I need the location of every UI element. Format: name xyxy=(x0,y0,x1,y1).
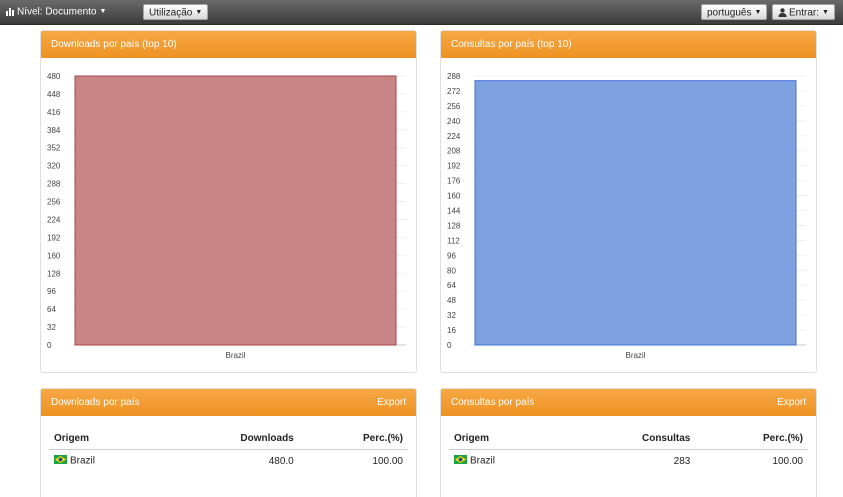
usage-dropdown[interactable]: Utilização ▼ xyxy=(143,4,209,20)
y-tick-label: 320 xyxy=(47,162,61,171)
level-dropdown[interactable]: Nível: Documento ▼ xyxy=(2,4,111,20)
downloads-cell: 480.0 xyxy=(268,455,294,467)
queries-bar-chart: 0 16 32 48 64 80 96 112 128 144 160 176 192 208 224 240… xyxy=(447,72,806,360)
y-tick-label: 96 xyxy=(47,287,56,296)
export-link[interactable]: Export xyxy=(777,389,806,416)
y-tick-label: 0 xyxy=(447,341,452,350)
x-tick-label: Brazil xyxy=(225,351,245,360)
y-tick-label: 240 xyxy=(447,117,461,126)
table-header-row: Origem Downloads Perc.(%) xyxy=(49,427,408,450)
column-header-percent[interactable]: Perc.(%) xyxy=(695,427,808,450)
y-tick-label: 32 xyxy=(447,311,456,320)
y-tick-label: 32 xyxy=(47,323,56,332)
y-tick-label: 288 xyxy=(47,180,61,189)
y-tick-label: 480 xyxy=(47,72,61,81)
column-header-origin[interactable]: Origem xyxy=(449,427,564,450)
y-tick-label: 64 xyxy=(47,305,56,314)
brazil-flag-icon xyxy=(454,455,467,467)
chevron-down-icon: ▼ xyxy=(99,8,107,15)
export-link[interactable]: Export xyxy=(377,389,406,416)
column-header-queries[interactable]: Consultas xyxy=(563,427,696,450)
y-tick-label: 208 xyxy=(447,147,461,156)
usage-label: Utilização xyxy=(149,7,193,19)
y-tick-label: 16 xyxy=(447,326,456,335)
queries-table: Origem Consultas Perc.(%) Brazil 283 100… xyxy=(449,427,808,472)
y-tick-label: 128 xyxy=(47,269,61,278)
downloads-chart-panel: Downloads por país (top 10) 0 32 64 96 128 16… xyxy=(40,30,417,373)
y-tick-label: 256 xyxy=(47,198,61,207)
y-tick-label: 144 xyxy=(447,207,461,216)
percent-cell: 100.00 xyxy=(372,455,403,467)
panel-title: Downloads por país (top 10) xyxy=(51,39,177,50)
y-tick-label: 112 xyxy=(447,236,460,245)
downloads-table-panel: Downloads por país Export Origem Downloa… xyxy=(40,388,417,497)
panel-header: Consultas por país (top 10) xyxy=(441,31,816,58)
panel-header: Downloads por país (top 10) xyxy=(41,31,416,58)
y-tick-label: 256 xyxy=(447,102,461,111)
language-label: português xyxy=(707,7,752,19)
chevron-down-icon: ▼ xyxy=(195,9,203,16)
x-tick-label: Brazil xyxy=(625,351,645,360)
y-tick-label: 224 xyxy=(447,132,461,141)
y-tick-label: 224 xyxy=(47,215,61,224)
bar-chart-icon xyxy=(6,6,15,22)
login-dropdown[interactable]: Entrar: ▼ xyxy=(772,4,835,20)
bar xyxy=(74,75,397,346)
panel-title: Downloads por país xyxy=(51,397,140,408)
y-tick-label: 128 xyxy=(447,221,461,230)
y-tick-label: 160 xyxy=(47,251,61,260)
chevron-down-icon: ▼ xyxy=(822,9,829,16)
queries-table-panel: Consultas por país Export Origem Consult… xyxy=(440,388,817,497)
downloads-bar-chart: 0 32 64 96 128 160 192 224 256 288 320 352 384 416 448… xyxy=(47,72,406,360)
percent-cell: 100.00 xyxy=(772,455,803,467)
user-icon xyxy=(778,7,787,23)
y-tick-label: 384 xyxy=(47,126,61,135)
panel-title: Consultas por país (top 10) xyxy=(451,39,572,50)
queries-chart-panel: Consultas por país (top 10) 0 16 32 48 64 80 9… xyxy=(440,30,817,373)
column-header-percent[interactable]: Perc.(%) xyxy=(298,427,408,450)
y-tick-label: 80 xyxy=(447,266,456,275)
login-label: Entrar: xyxy=(789,7,820,19)
level-label: Nível: Documento xyxy=(17,6,97,18)
table-row: Brazil 283 100.00 xyxy=(449,450,808,473)
y-tick-label: 160 xyxy=(447,192,461,201)
y-tick-label: 176 xyxy=(447,177,461,186)
language-dropdown[interactable]: português ▼ xyxy=(701,4,768,20)
origin-cell: Brazil xyxy=(49,450,160,473)
chevron-down-icon: ▼ xyxy=(754,9,762,16)
y-tick-label: 416 xyxy=(47,108,61,117)
y-tick-label: 352 xyxy=(47,144,61,153)
column-header-origin[interactable]: Origem xyxy=(49,427,161,450)
bar xyxy=(474,80,797,346)
panel-title: Consultas por país xyxy=(451,397,535,408)
origin-cell: Brazil xyxy=(449,450,564,473)
panel-header: Consultas por país Export xyxy=(441,389,816,416)
downloads-table: Origem Downloads Perc.(%) Brazil 480.0 1… xyxy=(49,427,408,472)
y-tick-label: 64 xyxy=(447,281,456,290)
y-tick-label: 0 xyxy=(47,341,52,350)
panel-header: Downloads por país Export xyxy=(41,389,416,416)
y-tick-label: 192 xyxy=(447,162,461,171)
y-tick-label: 192 xyxy=(47,233,61,242)
country-name: Brazil xyxy=(470,455,496,467)
country-name: Brazil xyxy=(70,455,96,467)
y-tick-label: 288 xyxy=(447,72,461,81)
queries-cell: 283 xyxy=(673,455,691,467)
top-navbar: Nível: Documento ▼ Utilização ▼ português ▼… xyxy=(0,0,843,25)
table-header-row: Origem Consultas Perc.(%) xyxy=(449,427,808,450)
y-tick-label: 448 xyxy=(47,90,61,99)
y-tick-label: 48 xyxy=(447,296,456,305)
table-row: Brazil 480.0 100.00 xyxy=(49,450,408,473)
brazil-flag-icon xyxy=(54,455,67,467)
y-tick-label: 272 xyxy=(447,87,461,96)
column-header-downloads[interactable]: Downloads xyxy=(160,427,299,450)
y-tick-label: 96 xyxy=(447,251,456,260)
